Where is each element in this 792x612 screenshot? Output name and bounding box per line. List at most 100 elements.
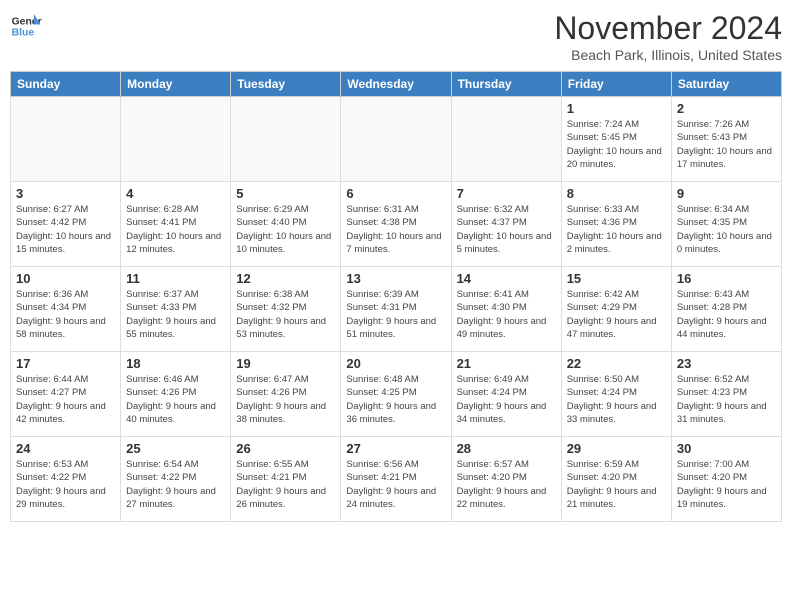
- calendar-week-1: 1 Sunrise: 7:24 AM Sunset: 5:45 PM Daylig…: [11, 97, 782, 182]
- day-number: 17: [16, 356, 115, 371]
- calendar-cell: [451, 97, 561, 182]
- title-area: November 2024 Beach Park, Illinois, Unit…: [554, 10, 782, 63]
- day-number: 5: [236, 186, 335, 201]
- calendar-cell: 7Sunrise: 6:32 AM Sunset: 4:37 PM Daylig…: [451, 182, 561, 267]
- weekday-header-sunday: Sunday: [11, 72, 121, 97]
- day-number: 22: [567, 356, 666, 371]
- weekday-header-friday: Friday: [561, 72, 671, 97]
- svg-text:Blue: Blue: [12, 28, 35, 39]
- calendar-cell: 19Sunrise: 6:47 AM Sunset: 4:26 PM Dayli…: [231, 352, 341, 437]
- day-info: Sunrise: 6:27 AM Sunset: 4:42 PM Dayligh…: [16, 203, 115, 256]
- day-info: Sunrise: 6:46 AM Sunset: 4:26 PM Dayligh…: [126, 373, 225, 426]
- calendar-cell: 12 Sunrise: 6:38 AM Sunset: 4:32 PM Dayli…: [231, 267, 341, 352]
- calendar-cell: 27 Sunrise: 6:56 AM Sunset: 4:21 PM Dayli…: [341, 437, 451, 522]
- day-number: 4: [126, 186, 225, 201]
- day-info: Sunrise: 6:52 AM Sunset: 4:23 PM Dayligh…: [677, 373, 776, 426]
- calendar-cell: 20Sunrise: 6:48 AM Sunset: 4:25 PM Dayli…: [341, 352, 451, 437]
- day-info: Sunrise: 6:42 AM Sunset: 4:29 PM Dayligh…: [567, 288, 666, 341]
- calendar-cell: 24Sunrise: 6:53 AM Sunset: 4:22 PM Dayli…: [11, 437, 121, 522]
- calendar-cell: [11, 97, 121, 182]
- calendar-cell: 14Sunrise: 6:41 AM Sunset: 4:30 PM Dayli…: [451, 267, 561, 352]
- calendar-cell: 28 Sunrise: 6:57 AM Sunset: 4:20 PM Dayli…: [451, 437, 561, 522]
- day-number: 30: [677, 441, 776, 456]
- day-number: 11: [126, 271, 225, 286]
- calendar-cell: 4 Sunrise: 6:28 AM Sunset: 4:41 PM Daylig…: [121, 182, 231, 267]
- day-info: Sunrise: 6:44 AM Sunset: 4:27 PM Dayligh…: [16, 373, 115, 426]
- calendar-cell: 17 Sunrise: 6:44 AM Sunset: 4:27 PM Dayli…: [11, 352, 121, 437]
- calendar-cell: 2 Sunrise: 7:26 AM Sunset: 5:43 PM Daylig…: [671, 97, 781, 182]
- calendar-cell: 13 Sunrise: 6:39 AM Sunset: 4:31 PM Dayli…: [341, 267, 451, 352]
- calendar-week-5: 24Sunrise: 6:53 AM Sunset: 4:22 PM Dayli…: [11, 437, 782, 522]
- day-number: 10: [16, 271, 115, 286]
- day-info: Sunrise: 6:36 AM Sunset: 4:34 PM Dayligh…: [16, 288, 115, 341]
- day-number: 1: [567, 101, 666, 116]
- calendar-cell: 30 Sunrise: 7:00 AM Sunset: 4:20 PM Dayli…: [671, 437, 781, 522]
- day-info: Sunrise: 7:00 AM Sunset: 4:20 PM Dayligh…: [677, 458, 776, 511]
- day-info: Sunrise: 6:56 AM Sunset: 4:21 PM Dayligh…: [346, 458, 445, 511]
- calendar-cell: 6 Sunrise: 6:31 AM Sunset: 4:38 PM Daylig…: [341, 182, 451, 267]
- day-info: Sunrise: 6:37 AM Sunset: 4:33 PM Dayligh…: [126, 288, 225, 341]
- day-info: Sunrise: 6:38 AM Sunset: 4:32 PM Dayligh…: [236, 288, 335, 341]
- day-number: 29: [567, 441, 666, 456]
- day-number: 27: [346, 441, 445, 456]
- calendar-week-4: 17 Sunrise: 6:44 AM Sunset: 4:27 PM Dayli…: [11, 352, 782, 437]
- day-number: 23: [677, 356, 776, 371]
- day-info: Sunrise: 6:57 AM Sunset: 4:20 PM Dayligh…: [457, 458, 556, 511]
- day-info: Sunrise: 6:50 AM Sunset: 4:24 PM Dayligh…: [567, 373, 666, 426]
- day-info: Sunrise: 6:49 AM Sunset: 4:24 PM Dayligh…: [457, 373, 556, 426]
- calendar-table: SundayMondayTuesdayWednesdayThursdayFrid…: [10, 71, 782, 522]
- calendar-cell: 23 Sunrise: 6:52 AM Sunset: 4:23 PM Dayli…: [671, 352, 781, 437]
- day-info: Sunrise: 6:55 AM Sunset: 4:21 PM Dayligh…: [236, 458, 335, 511]
- day-number: 12: [236, 271, 335, 286]
- weekday-header-tuesday: Tuesday: [231, 72, 341, 97]
- calendar-cell: 18 Sunrise: 6:46 AM Sunset: 4:26 PM Dayli…: [121, 352, 231, 437]
- day-number: 3: [16, 186, 115, 201]
- logo: General Blue: [10, 10, 42, 42]
- day-info: Sunrise: 6:54 AM Sunset: 4:22 PM Dayligh…: [126, 458, 225, 511]
- day-number: 25: [126, 441, 225, 456]
- day-number: 26: [236, 441, 335, 456]
- day-info: Sunrise: 6:47 AM Sunset: 4:26 PM Dayligh…: [236, 373, 335, 426]
- weekday-header-saturday: Saturday: [671, 72, 781, 97]
- weekday-header-monday: Monday: [121, 72, 231, 97]
- day-info: Sunrise: 6:48 AM Sunset: 4:25 PM Dayligh…: [346, 373, 445, 426]
- day-number: 7: [457, 186, 556, 201]
- day-info: Sunrise: 6:28 AM Sunset: 4:41 PM Dayligh…: [126, 203, 225, 256]
- day-number: 9: [677, 186, 776, 201]
- calendar-cell: 26 Sunrise: 6:55 AM Sunset: 4:21 PM Dayli…: [231, 437, 341, 522]
- calendar-cell: 15 Sunrise: 6:42 AM Sunset: 4:29 PM Dayli…: [561, 267, 671, 352]
- calendar-cell: [341, 97, 451, 182]
- day-info: Sunrise: 6:59 AM Sunset: 4:20 PM Dayligh…: [567, 458, 666, 511]
- day-info: Sunrise: 6:31 AM Sunset: 4:38 PM Dayligh…: [346, 203, 445, 256]
- calendar-cell: 8 Sunrise: 6:33 AM Sunset: 4:36 PM Daylig…: [561, 182, 671, 267]
- calendar-cell: 1 Sunrise: 7:24 AM Sunset: 5:45 PM Daylig…: [561, 97, 671, 182]
- calendar-cell: 16Sunrise: 6:43 AM Sunset: 4:28 PM Dayli…: [671, 267, 781, 352]
- day-number: 13: [346, 271, 445, 286]
- day-number: 15: [567, 271, 666, 286]
- day-info: Sunrise: 7:26 AM Sunset: 5:43 PM Dayligh…: [677, 118, 776, 171]
- day-info: Sunrise: 7:24 AM Sunset: 5:45 PM Dayligh…: [567, 118, 666, 171]
- month-title: November 2024: [554, 10, 782, 47]
- calendar-cell: 9 Sunrise: 6:34 AM Sunset: 4:35 PM Daylig…: [671, 182, 781, 267]
- day-info: Sunrise: 6:34 AM Sunset: 4:35 PM Dayligh…: [677, 203, 776, 256]
- calendar-cell: 10 Sunrise: 6:36 AM Sunset: 4:34 PM Dayli…: [11, 267, 121, 352]
- calendar-week-2: 3 Sunrise: 6:27 AM Sunset: 4:42 PM Daylig…: [11, 182, 782, 267]
- calendar-body: 1 Sunrise: 7:24 AM Sunset: 5:45 PM Daylig…: [11, 97, 782, 522]
- day-number: 2: [677, 101, 776, 116]
- calendar-cell: [121, 97, 231, 182]
- day-number: 6: [346, 186, 445, 201]
- calendar-week-3: 10 Sunrise: 6:36 AM Sunset: 4:34 PM Dayli…: [11, 267, 782, 352]
- day-info: Sunrise: 6:43 AM Sunset: 4:28 PM Dayligh…: [677, 288, 776, 341]
- calendar-cell: [231, 97, 341, 182]
- day-info: Sunrise: 6:39 AM Sunset: 4:31 PM Dayligh…: [346, 288, 445, 341]
- day-number: 18: [126, 356, 225, 371]
- day-info: Sunrise: 6:41 AM Sunset: 4:30 PM Dayligh…: [457, 288, 556, 341]
- day-number: 8: [567, 186, 666, 201]
- calendar-header-row: SundayMondayTuesdayWednesdayThursdayFrid…: [11, 72, 782, 97]
- weekday-header-thursday: Thursday: [451, 72, 561, 97]
- day-info: Sunrise: 6:53 AM Sunset: 4:22 PM Dayligh…: [16, 458, 115, 511]
- calendar-cell: 22 Sunrise: 6:50 AM Sunset: 4:24 PM Dayli…: [561, 352, 671, 437]
- weekday-header-wednesday: Wednesday: [341, 72, 451, 97]
- day-number: 28: [457, 441, 556, 456]
- day-info: Sunrise: 6:33 AM Sunset: 4:36 PM Dayligh…: [567, 203, 666, 256]
